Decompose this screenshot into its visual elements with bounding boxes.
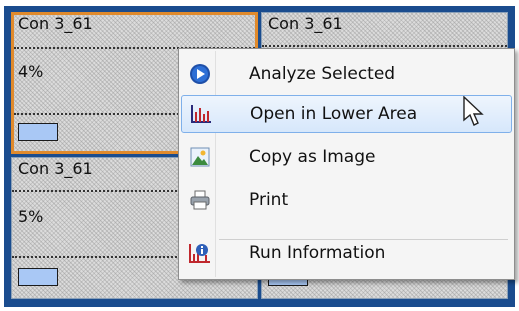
image-icon [183, 140, 217, 174]
well-title: Con 3_61 [268, 14, 343, 33]
menu-item-print[interactable]: Print [181, 181, 512, 219]
play-circle-icon [183, 57, 217, 91]
menu-item-label: Run Information [249, 243, 386, 263]
well-value: 4% [18, 62, 44, 81]
menu-item-label: Copy as Image [249, 147, 376, 167]
well-title: Con 3_61 [18, 159, 93, 178]
printer-icon [183, 183, 217, 217]
info-chart-icon [183, 236, 217, 270]
well-bar [18, 123, 58, 141]
divider [262, 45, 507, 47]
well-title: Con 3_61 [18, 14, 93, 33]
menu-item-copy-as-image[interactable]: Copy as Image [181, 138, 512, 176]
well-value: 5% [18, 207, 44, 226]
menu-item-label: Analyze Selected [249, 64, 396, 84]
menu-item-analyze-selected[interactable]: Analyze Selected [181, 55, 512, 93]
bar-chart-icon [184, 97, 218, 131]
menu-item-label: Print [249, 190, 289, 210]
well-bar [18, 268, 58, 286]
menu-item-run-information[interactable]: Run Information [181, 234, 512, 272]
menu-item-label: Open in Lower Area [250, 104, 418, 124]
context-menu: Analyze Selected Open in Lower Area Copy… [178, 48, 515, 280]
mouse-cursor-icon [463, 95, 485, 134]
